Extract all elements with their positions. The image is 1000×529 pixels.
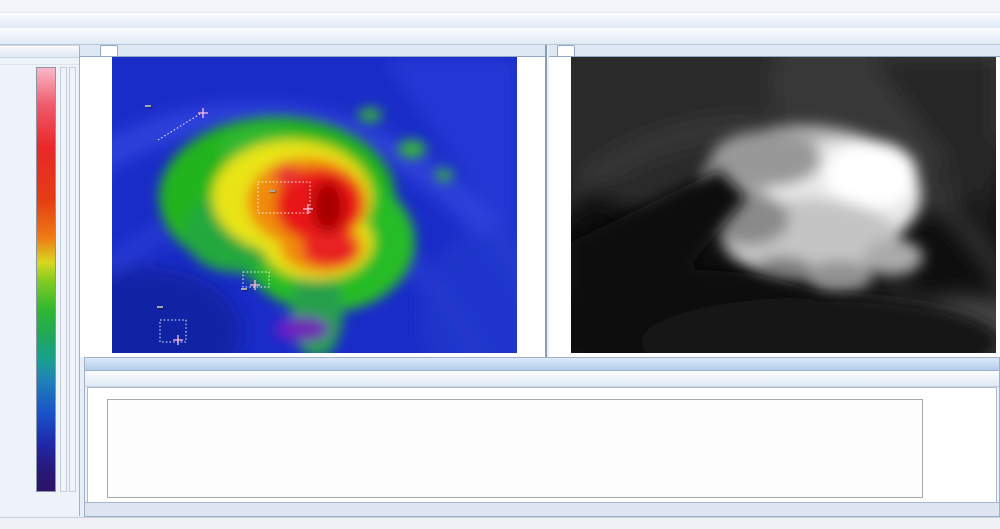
colorbar-lower-limit-slider[interactable] — [69, 67, 76, 492]
reference-image[interactable] — [571, 57, 996, 353]
view-toolbar — [0, 28, 1000, 45]
tab-hauptbild[interactable] — [100, 45, 118, 56]
chart-vertical-scroll — [984, 399, 994, 498]
trend-panel — [84, 357, 1000, 517]
colorbar-area — [0, 65, 79, 495]
reference-image-wrap — [571, 57, 996, 353]
trend-bottom-tabs — [85, 502, 999, 516]
marker-label[interactable] — [157, 306, 163, 308]
reference-image-panel — [549, 45, 1000, 357]
trend-plot[interactable] — [107, 399, 923, 498]
trend-toolbar — [85, 371, 999, 387]
marker-label[interactable] — [145, 105, 151, 107]
marker-label[interactable] — [269, 190, 275, 192]
main-toolbar — [0, 13, 1000, 28]
scaling-panel-header — [0, 46, 79, 58]
colorbar[interactable] — [36, 67, 56, 492]
main-tabstrip — [80, 45, 545, 57]
tab-referenz[interactable] — [557, 45, 575, 56]
menu-bar — [0, 0, 1000, 13]
thermal-image-wrap — [112, 57, 517, 353]
scaling-panel — [0, 45, 80, 516]
reference-tabstrip — [549, 45, 1000, 57]
main-view-content — [80, 57, 545, 357]
trend-chart-region — [87, 387, 997, 504]
reference-view-content — [549, 57, 1000, 357]
trend-panel-title — [85, 358, 999, 371]
colorbar-upper-limit-slider[interactable] — [60, 67, 67, 492]
status-bar — [0, 517, 1000, 529]
thermal-image[interactable] — [112, 57, 517, 353]
main-image-panel — [80, 45, 547, 357]
marker-label[interactable] — [241, 288, 247, 290]
